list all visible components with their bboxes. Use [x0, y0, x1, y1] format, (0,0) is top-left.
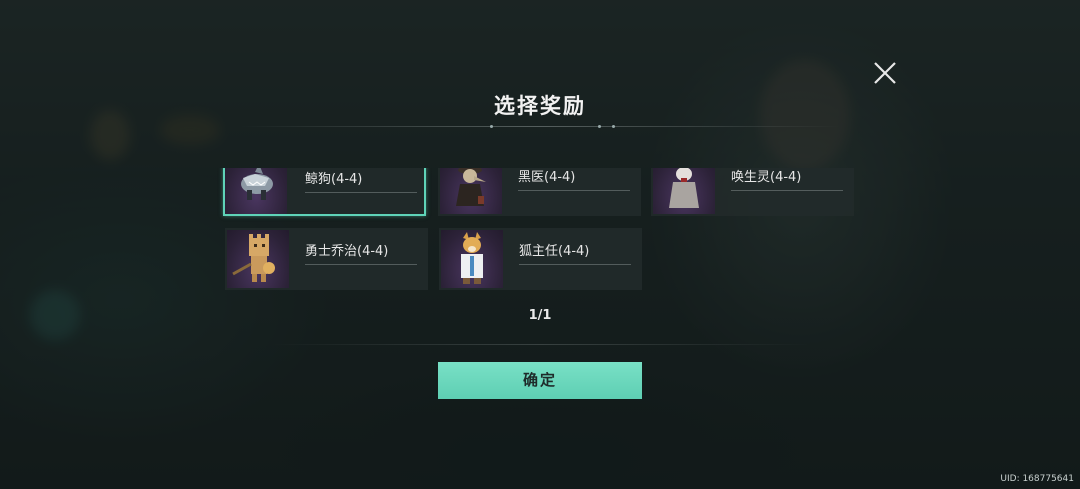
plague-doctor-figure-icon [456, 168, 486, 206]
confirm-button[interactable]: 确定 [438, 362, 642, 399]
dialog-title: 选择奖励 [494, 94, 586, 118]
close-button[interactable] [872, 60, 898, 86]
reward-card-plague-doctor[interactable]: 黑医(4-4) [438, 168, 641, 216]
reward-list[interactable]: 鲸狗(4-4) 黑医(4-4) 唤生灵(4-4) 勇士乔治(4-4) 狐主任(4… [210, 168, 870, 296]
title-divider-dot [612, 125, 615, 128]
reward-divider [519, 264, 631, 265]
reward-portrait [227, 230, 289, 288]
reward-card-cardboard-knight[interactable]: 勇士乔治(4-4) [225, 228, 428, 290]
reward-card-fox-doctor[interactable]: 狐主任(4-4) [439, 228, 642, 290]
reward-divider [731, 190, 843, 191]
reward-divider [518, 190, 630, 191]
reward-card-shark-dog[interactable]: 鲸狗(4-4) [223, 168, 426, 216]
reward-divider [305, 192, 417, 193]
shark-dog-figure-icon [241, 168, 273, 200]
page-indicator: 1/1 [528, 308, 552, 323]
cardboard-knight-figure-icon [232, 234, 275, 282]
reward-portrait [440, 168, 502, 214]
footer-divider [270, 344, 810, 345]
title-divider [240, 126, 840, 127]
reward-divider [305, 264, 417, 265]
reward-name: 狐主任(4-4) [519, 244, 590, 259]
reward-card-wolf-spirit[interactable]: 唤生灵(4-4) [651, 168, 854, 216]
uid-label: UID: 168775641 [1000, 474, 1074, 484]
title-divider-dot [490, 125, 493, 128]
reward-name: 黑医(4-4) [518, 170, 576, 185]
reward-name: 唤生灵(4-4) [731, 170, 802, 185]
reward-name: 鲸狗(4-4) [305, 172, 363, 187]
close-icon [874, 62, 896, 84]
fox-doctor-figure-icon [461, 232, 483, 284]
title-divider-dot [598, 125, 601, 128]
reward-portrait [225, 168, 287, 214]
reward-portrait [441, 230, 503, 288]
reward-name: 勇士乔治(4-4) [305, 244, 389, 259]
wolf-spirit-figure-icon [669, 168, 699, 208]
reward-portrait [653, 168, 715, 214]
